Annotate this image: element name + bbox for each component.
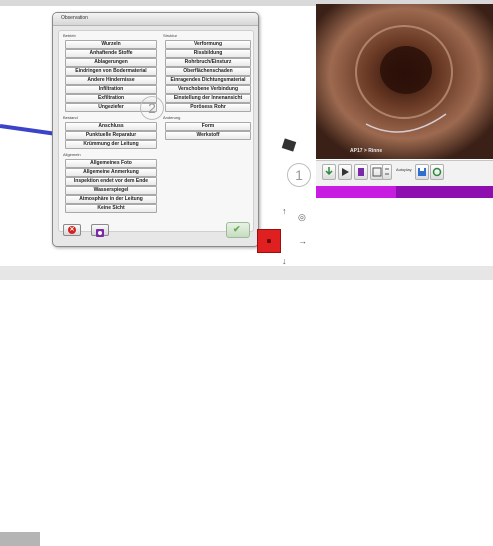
- video-caption: AP17 > Rinne: [350, 148, 383, 154]
- nav-right-icon[interactable]: →: [298, 236, 307, 246]
- dialog-titlebar[interactable]: Observation: [53, 13, 258, 26]
- btn-anhaftende-stoffe[interactable]: Anhaftende Stoffe: [65, 49, 157, 58]
- btn-verformung[interactable]: Verformung: [165, 40, 251, 49]
- status-block: [0, 532, 40, 546]
- btn-inspektion-endet[interactable]: Inspektion endet vor dem Ende: [65, 177, 157, 186]
- save-icon: [418, 168, 426, 176]
- btn-andere-hindernisse[interactable]: Andere Hindernisse: [65, 76, 157, 85]
- cancel-button[interactable]: ✕: [63, 224, 81, 236]
- save-button[interactable]: [415, 164, 429, 180]
- check-icon: ✔: [233, 224, 241, 234]
- btn-rohrbruch[interactable]: Rohrbruch/Einsturz: [165, 58, 251, 67]
- stop-button[interactable]: [354, 164, 368, 180]
- nav-down-icon[interactable]: ↓: [282, 256, 287, 266]
- app-window: Observation Betrieb Struktur Wurzeln Anh…: [0, 0, 493, 546]
- btn-form[interactable]: Form: [165, 122, 251, 131]
- video-toolbar: Autoplay: [316, 160, 493, 188]
- btn-poroeses-rohr[interactable]: Porösess Rohr: [165, 103, 251, 112]
- compass-icon[interactable]: ◎: [298, 212, 306, 223]
- btn-kruemmung[interactable]: Krümmung der Leitung: [65, 140, 157, 149]
- observation-dialog: Observation Betrieb Struktur Wurzeln Anh…: [52, 12, 259, 247]
- btn-infiltration[interactable]: Infiltration: [65, 85, 157, 94]
- settings-button[interactable]: [91, 224, 109, 237]
- cancel-icon: ✕: [68, 226, 76, 234]
- section-bestand: Bestand: [63, 115, 78, 120]
- frame-step-icon: [385, 168, 389, 175]
- frame-step-button[interactable]: [382, 164, 392, 180]
- selected-node-marker[interactable]: [257, 229, 281, 253]
- btn-wurzeln[interactable]: Wurzeln: [65, 40, 157, 49]
- btn-einragendes-dichtungsmaterial[interactable]: Einragendes Dichtungsmaterial: [165, 76, 251, 85]
- btn-punktuelle-reparatur[interactable]: Punktuelle Reparatur: [65, 131, 157, 140]
- section-aenderung: Änderung: [163, 115, 181, 120]
- btn-ablagerungen[interactable]: Ablagerungen: [65, 58, 157, 67]
- refresh-button[interactable]: [430, 164, 444, 180]
- settings-icon: [96, 229, 104, 237]
- callout-one: 1: [287, 163, 311, 187]
- timeline-track[interactable]: [396, 186, 493, 198]
- refresh-icon: [432, 167, 442, 177]
- inspection-video[interactable]: [316, 4, 493, 159]
- btn-anschluss[interactable]: Anschluss: [65, 122, 157, 131]
- download-button[interactable]: [322, 164, 336, 180]
- btn-oberflaechenschaden[interactable]: Oberflächenschaden: [165, 67, 251, 76]
- btn-allgemeine-anmerkung[interactable]: Allgemeine Anmerkung: [65, 168, 157, 177]
- btn-wasserspiegel[interactable]: Wasserspiegel: [65, 186, 157, 195]
- observation-group: Betrieb Struktur Wurzeln Anhaftende Stof…: [58, 30, 254, 232]
- nav-up-icon[interactable]: ↑: [282, 206, 287, 216]
- pipe-line-left[interactable]: [0, 124, 60, 137]
- ok-button[interactable]: ✔: [226, 222, 250, 238]
- callout-two: 2: [140, 96, 164, 120]
- btn-verschobene-verbindung[interactable]: Verschobene Verbindung: [165, 85, 251, 94]
- btn-keine-sicht[interactable]: Keine Sicht: [65, 204, 157, 213]
- play-icon: [342, 168, 349, 176]
- btn-eindringen-bodenmaterial[interactable]: Eindringen von Bodermaterial: [65, 67, 157, 76]
- btn-allgemeines-foto[interactable]: Allgemeines Foto: [65, 159, 157, 168]
- btn-einstellung-innenansicht[interactable]: Einstellung der Innenansicht: [165, 94, 251, 103]
- section-allgemein: Allgemein: [63, 152, 81, 157]
- section-struktur: Struktur: [163, 33, 178, 38]
- btn-atmosphaere[interactable]: Atmosphäre in der Leitung: [65, 195, 157, 204]
- btn-rissbildung[interactable]: Rissbildung: [165, 49, 251, 58]
- section-betrieb: Betrieb: [63, 33, 76, 38]
- btn-werkstoff[interactable]: Werkstoff: [165, 131, 251, 140]
- dialog-title: Observation: [61, 15, 88, 21]
- timeline-bar[interactable]: [316, 186, 493, 198]
- stop-icon: [358, 168, 364, 176]
- status-strip: [0, 266, 493, 546]
- pipe-interior-image: [316, 4, 493, 159]
- node-marker[interactable]: [281, 138, 297, 152]
- autoplay-label[interactable]: Autoplay: [396, 167, 412, 172]
- play-button[interactable]: [338, 164, 352, 180]
- download-icon: [325, 167, 333, 176]
